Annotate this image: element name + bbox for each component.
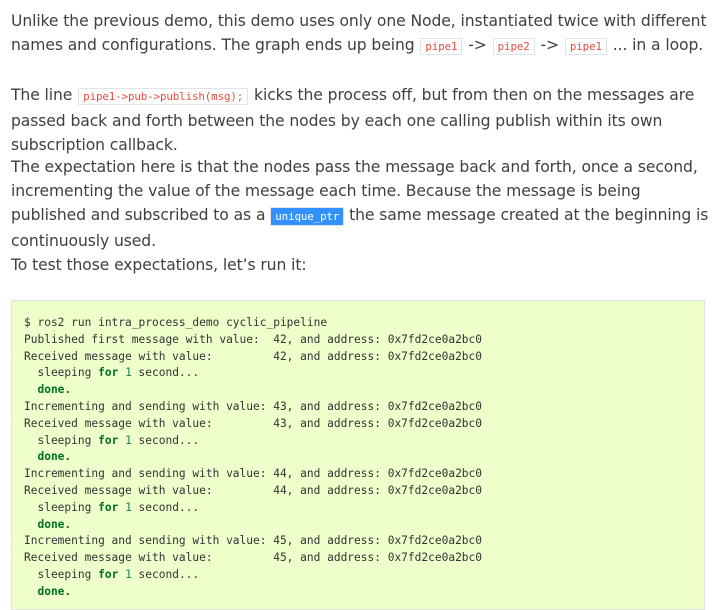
number-literal: 1 bbox=[125, 433, 132, 447]
console-output-block[interactable]: $ ros2 run intra_process_demo cyclic_pip… bbox=[11, 300, 705, 610]
paragraph-expectation: The expectation here is that the nodes p… bbox=[11, 155, 711, 253]
console-line: Received message with value: 43, and add… bbox=[24, 416, 483, 430]
console-line-sleeping: sleeping for 1 second... bbox=[24, 567, 200, 581]
keyword-for: for bbox=[98, 366, 119, 380]
console-line-sleeping: sleeping for 1 second... bbox=[24, 500, 200, 514]
paragraph-publish-description: The line pipe1->pub->publish(msg); kicks… bbox=[11, 83, 711, 157]
keyword-for: for bbox=[98, 567, 119, 581]
console-line: Incrementing and sending with value: 44,… bbox=[24, 467, 483, 481]
console-line: Incrementing and sending with value: 43,… bbox=[24, 399, 483, 413]
number-literal: 1 bbox=[125, 366, 132, 380]
number-literal: 1 bbox=[125, 567, 132, 581]
paragraph-graph-description: Unlike the previous demo, this demo uses… bbox=[11, 9, 711, 59]
console-line-sleeping: sleeping for 1 second... bbox=[24, 433, 200, 447]
inline-code-unique-ptr-selected[interactable]: unique_ptr bbox=[270, 207, 345, 226]
paragraph-run-intro: To test those expectations, let’s run it… bbox=[11, 253, 711, 277]
console-line: Received message with value: 45, and add… bbox=[24, 551, 483, 565]
console-line-sleeping: sleeping for 1 second... bbox=[24, 366, 200, 380]
keyword-for: for bbox=[98, 433, 119, 447]
console-line-done: done. bbox=[24, 584, 72, 598]
arrow-text: -> bbox=[463, 36, 492, 54]
console-line-done: done. bbox=[24, 450, 72, 464]
console-output[interactable]: $ ros2 run intra_process_demo cyclic_pip… bbox=[12, 301, 704, 609]
console-line: Published first message with value: 42, … bbox=[24, 332, 483, 346]
text: The line bbox=[11, 86, 78, 104]
console-line: Received message with value: 42, and add… bbox=[24, 349, 483, 363]
console-line: Incrementing and sending with value: 45,… bbox=[24, 534, 483, 548]
inline-code-publish: pipe1->pub->publish(msg); bbox=[78, 88, 249, 105]
console-command-line: $ ros2 run intra_process_demo cyclic_pip… bbox=[24, 316, 328, 329]
arrow-text: -> bbox=[535, 36, 564, 54]
console-line-done: done. bbox=[24, 383, 72, 397]
text: To test those expectations, let’s run it… bbox=[11, 256, 307, 274]
console-line-done: done. bbox=[24, 517, 72, 531]
keyword-for: for bbox=[98, 500, 119, 514]
console-line: Received message with value: 44, and add… bbox=[24, 483, 483, 497]
number-literal: 1 bbox=[125, 500, 132, 514]
inline-code-pipe1: pipe1 bbox=[420, 38, 463, 55]
inline-code-pipe2: pipe2 bbox=[492, 38, 535, 55]
text: ... in a loop. bbox=[607, 36, 704, 54]
inline-code-pipe1: pipe1 bbox=[564, 38, 607, 55]
